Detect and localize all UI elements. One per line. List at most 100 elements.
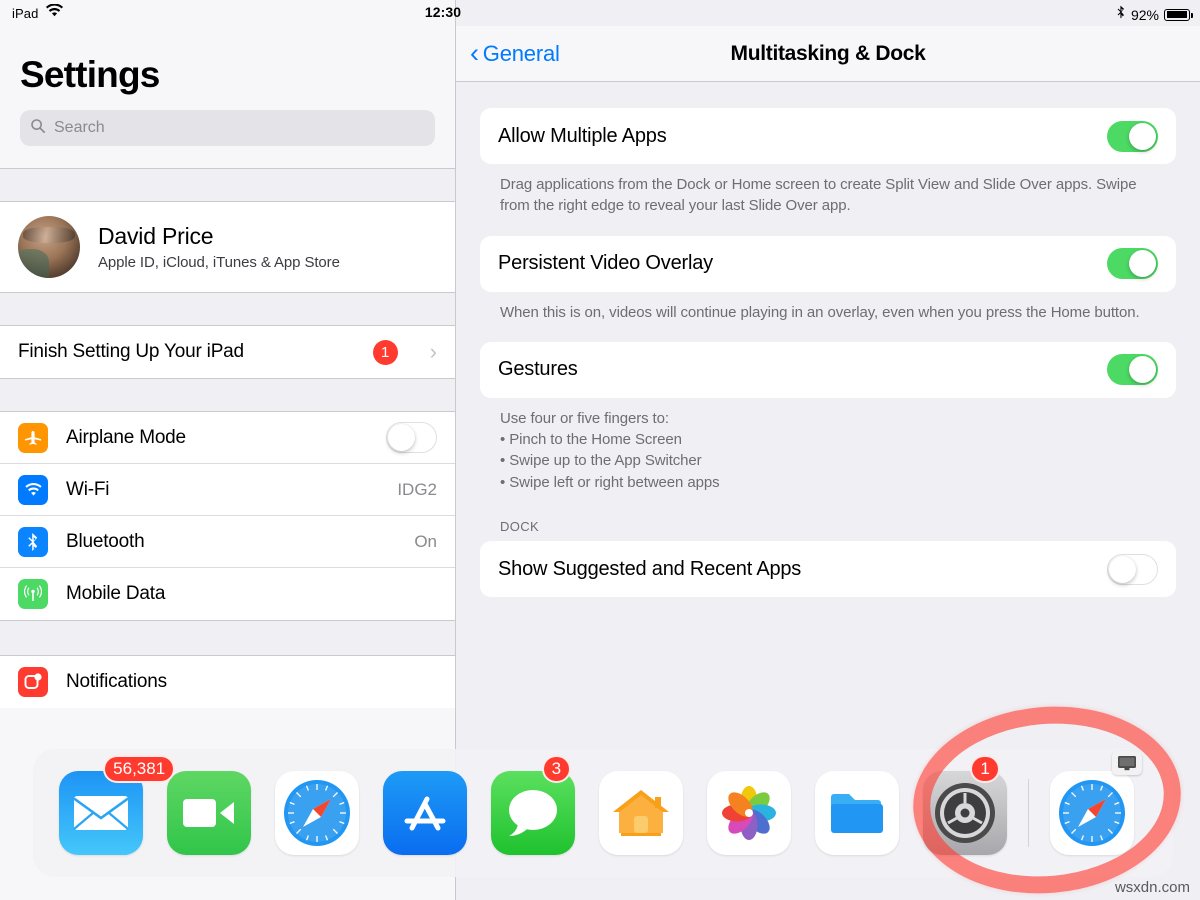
files-icon — [815, 771, 899, 855]
sidebar-status-bar: iPad — [0, 0, 455, 26]
persistent-video-overlay-card: Persistent Video Overlay — [480, 235, 1176, 292]
sidebar-item-label: Mobile Data — [66, 583, 166, 604]
bluetooth-icon — [18, 526, 48, 557]
dock-app-messages[interactable]: 3 — [479, 749, 587, 877]
dock-recent-app-safari[interactable] — [1038, 749, 1146, 877]
row-label: Show Suggested and Recent Apps — [498, 557, 802, 580]
sidebar-spacer-2 — [0, 292, 455, 326]
show-suggested-recent-apps-toggle[interactable] — [1107, 553, 1158, 585]
setup-section: Finish Setting Up Your iPad 1 › — [0, 326, 455, 378]
safari-icon — [1050, 771, 1134, 855]
settings-badge: 1 — [970, 755, 1000, 783]
gestures-footnote: Use four or five fingers to: • Pinch to … — [500, 409, 720, 491]
display-icon — [1112, 751, 1142, 775]
toggle-knob — [388, 424, 415, 451]
profile-subtitle: Apple ID, iCloud, iTunes & App Store — [98, 254, 340, 271]
allow-multiple-apps-toggle[interactable] — [1107, 120, 1158, 152]
photos-icon — [707, 771, 791, 855]
clock-label: 12:30 — [424, 4, 462, 20]
settings-gear-icon — [923, 771, 1007, 855]
airplane-mode-toggle[interactable] — [386, 422, 437, 453]
carrier-label: iPad — [12, 5, 39, 21]
sidebar-spacer-3 — [0, 378, 455, 412]
status-right-group: 92% — [1116, 4, 1193, 25]
status-clock-wrap: 12:30 — [425, 4, 1200, 20]
app-store-icon — [383, 771, 467, 855]
ipad-settings-screen: iPad Settings Search David Price Apple I… — [0, 0, 1200, 900]
dock-app-photos[interactable] — [695, 749, 803, 877]
gestures-card: Gestures — [480, 341, 1176, 398]
row-label: Allow Multiple Apps — [498, 124, 667, 147]
messages-badge: 3 — [541, 755, 572, 783]
dock-app-settings[interactable]: 1 — [911, 749, 1019, 877]
mail-icon — [59, 771, 143, 855]
notifications-icon — [18, 667, 48, 697]
dock-app-files[interactable] — [803, 749, 911, 877]
gestures-row[interactable]: Gestures — [480, 342, 1176, 398]
nav-title: Multitasking & Dock — [730, 42, 926, 65]
dock-divider — [1028, 779, 1029, 847]
avatar — [18, 216, 80, 278]
dock-app-home[interactable] — [587, 749, 695, 877]
wifi-icon — [18, 474, 48, 505]
notifications-section: Notifications — [0, 656, 455, 708]
sidebar-item-bluetooth[interactable]: Bluetooth On — [0, 516, 455, 568]
show-suggested-recent-apps-row[interactable]: Show Suggested and Recent Apps — [480, 541, 1176, 597]
wifi-network-value: IDG2 — [397, 479, 437, 499]
allow-multiple-apps-row[interactable]: Allow Multiple Apps — [480, 108, 1176, 164]
main-status-bar: 12:30 92% — [425, 0, 1200, 26]
dock-section-header: DOCK — [500, 519, 539, 535]
persistent-video-overlay-row[interactable]: Persistent Video Overlay — [480, 236, 1176, 292]
page-title: Settings — [20, 54, 160, 95]
bluetooth-status-value: On — [414, 531, 437, 551]
airplane-icon — [18, 422, 48, 453]
home-icon — [599, 771, 683, 855]
sidebar-item-label: Bluetooth — [66, 530, 145, 552]
sidebar-item-wifi[interactable]: Wi-Fi IDG2 — [0, 464, 455, 516]
battery-percent-label: 92% — [1130, 6, 1159, 23]
sidebar-item-notifications[interactable]: Notifications — [0, 656, 455, 708]
bluetooth-icon — [1116, 4, 1126, 25]
wifi-icon — [46, 3, 64, 22]
sidebar-item-label: Airplane Mode — [66, 426, 186, 448]
toggle-knob — [1109, 555, 1136, 583]
sidebar-spacer-4 — [0, 620, 455, 656]
mail-badge: 56,381 — [103, 755, 176, 783]
search-placeholder: Search — [54, 119, 105, 136]
toggle-knob — [1129, 356, 1156, 384]
sidebar-item-finish-setup[interactable]: Finish Setting Up Your iPad 1 › — [0, 326, 455, 378]
allow-multiple-apps-card: Allow Multiple Apps — [480, 108, 1176, 164]
sidebar-item-airplane-mode[interactable]: Airplane Mode — [0, 412, 455, 464]
search-icon — [30, 118, 46, 139]
sidebar-item-label: Notifications — [66, 671, 167, 692]
status-badge: 1 — [372, 339, 398, 365]
sidebar-item-label: Finish Setting Up Your iPad — [18, 341, 244, 362]
dock-app-safari[interactable] — [263, 749, 371, 877]
gestures-toggle[interactable] — [1107, 354, 1158, 386]
cellular-icon — [18, 579, 48, 609]
persistent-video-overlay-toggle[interactable] — [1107, 248, 1158, 280]
sidebar-item-label: Wi-Fi — [66, 478, 110, 500]
apple-id-row[interactable]: David Price Apple ID, iCloud, iTunes & A… — [0, 202, 455, 292]
row-label: Gestures — [498, 358, 578, 381]
toggle-knob — [1129, 250, 1156, 278]
messages-icon — [491, 771, 575, 855]
search-input[interactable]: Search — [20, 110, 435, 146]
sidebar-item-mobile-data[interactable]: Mobile Data — [0, 568, 455, 620]
connectivity-section: Airplane Mode Wi-Fi IDG2 Bluetooth On Mo… — [0, 412, 455, 620]
sidebar-spacer-1 — [0, 168, 455, 202]
settings-header: Settings — [0, 26, 455, 96]
dock-app-mail[interactable]: 56,381 — [47, 749, 176, 877]
toggle-knob — [1129, 122, 1156, 150]
persistent-video-overlay-footnote: When this is on, videos will continue pl… — [500, 303, 1140, 321]
facetime-icon — [167, 771, 251, 855]
navigation-bar: ‹ General Multitasking & Dock — [456, 26, 1200, 82]
row-label: Persistent Video Overlay — [498, 252, 713, 275]
battery-full-icon — [1164, 8, 1193, 21]
chevron-right-icon: › — [429, 339, 437, 364]
dock-app-app-store[interactable] — [371, 749, 479, 877]
safari-icon — [275, 771, 359, 855]
watermark: wsxdn.com — [1114, 879, 1190, 896]
dock-card: Show Suggested and Recent Apps — [480, 541, 1176, 598]
